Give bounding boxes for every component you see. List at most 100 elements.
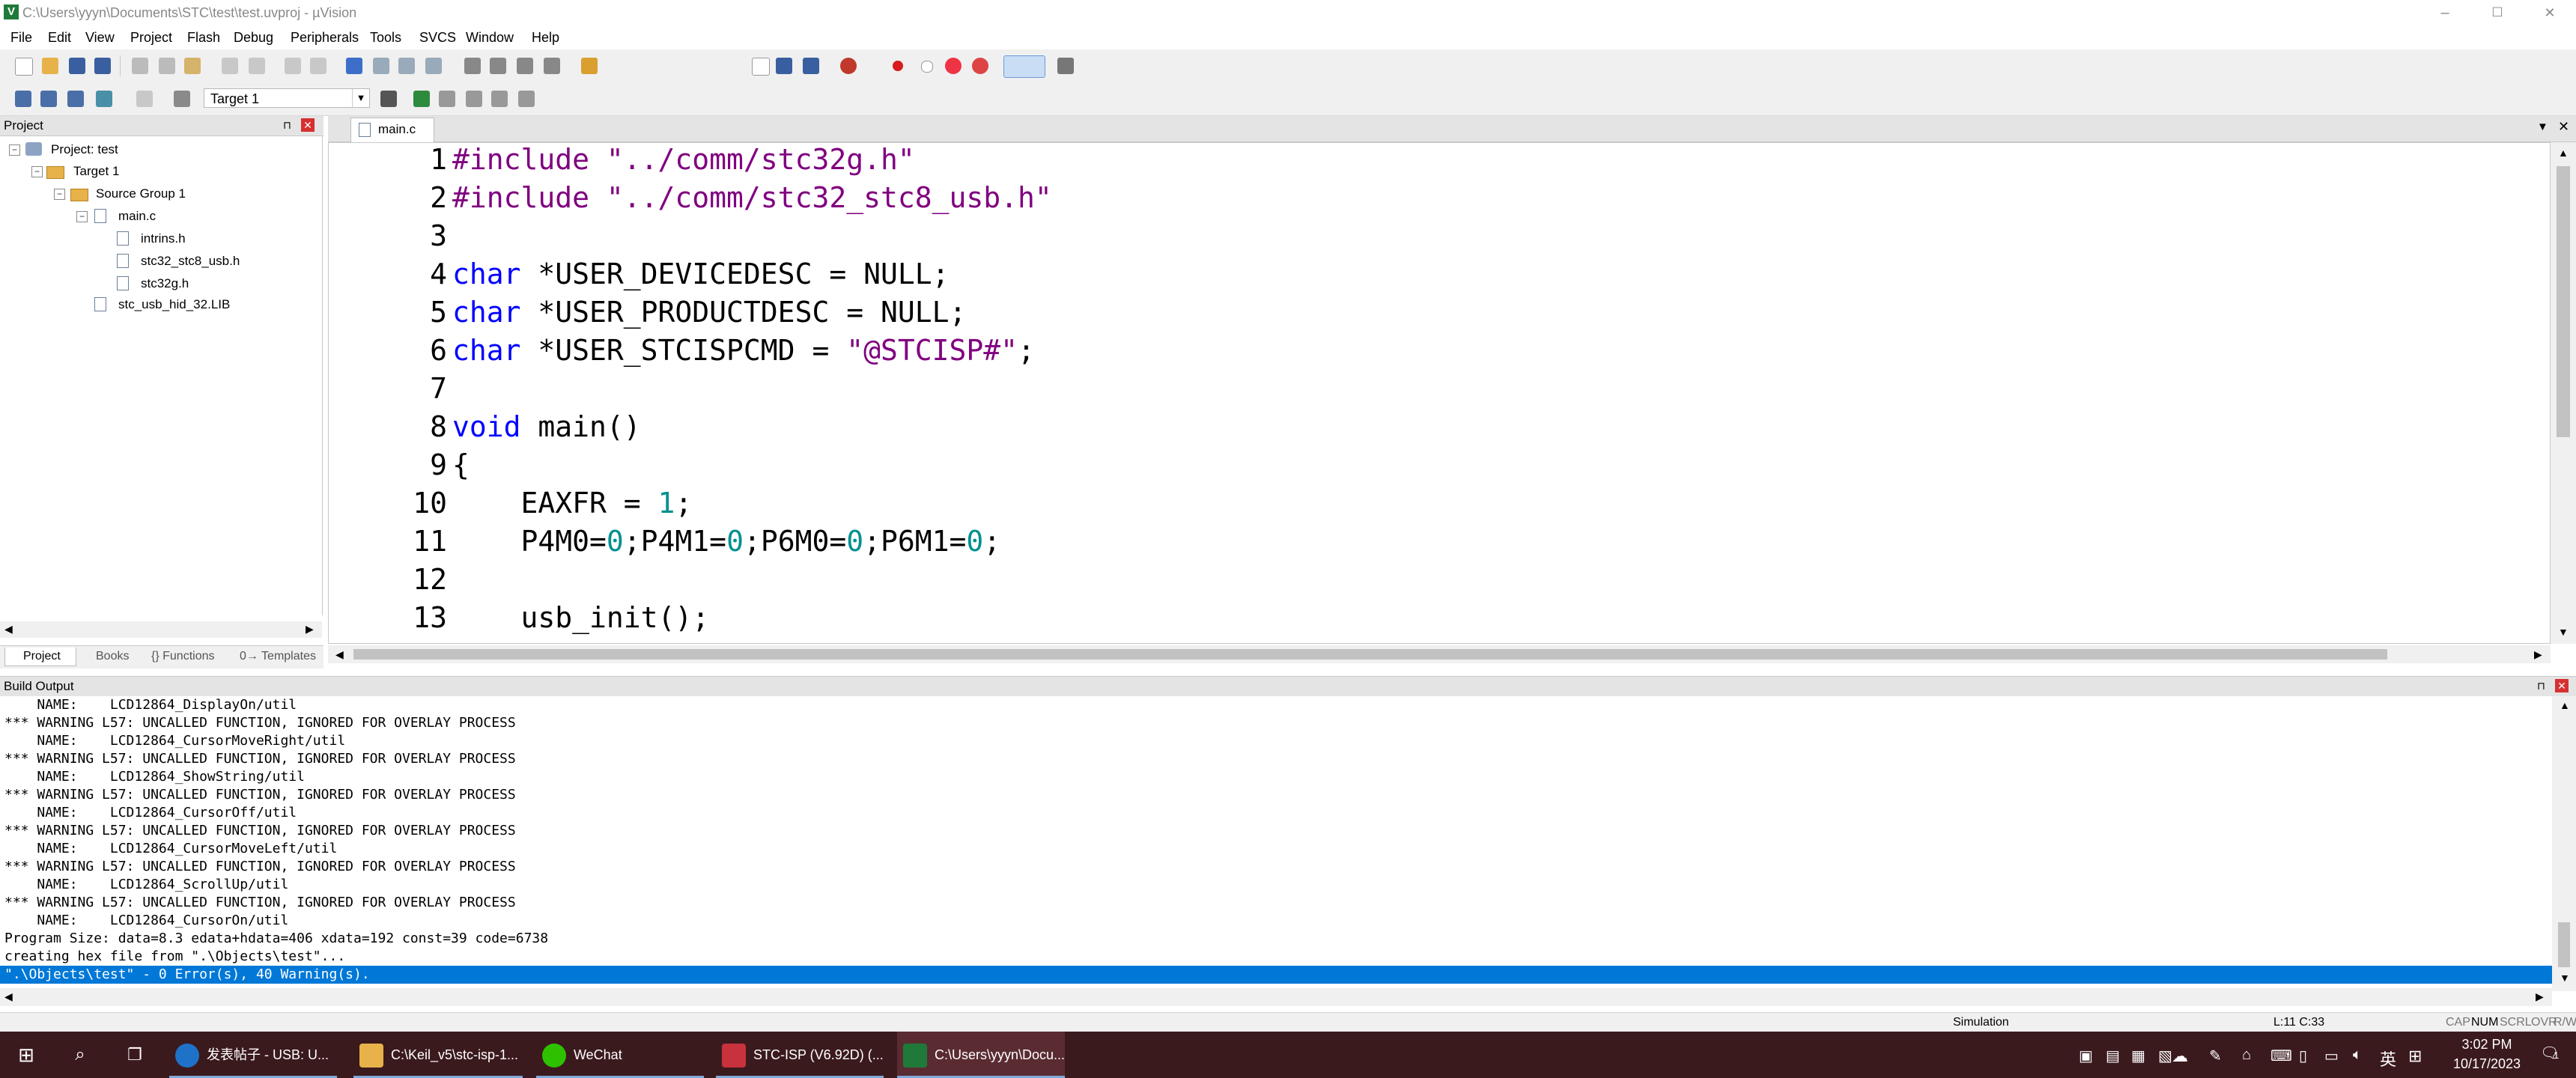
- code-line[interactable]: EAXFR = 1;: [452, 487, 693, 520]
- tree-project-root[interactable]: Project: test: [51, 142, 118, 157]
- navigate-forward-icon[interactable]: [310, 58, 326, 74]
- build-output-line[interactable]: NAME: LCD12864_DisplayOn/util: [4, 696, 297, 714]
- open-file-icon[interactable]: [42, 58, 58, 74]
- battery-icon[interactable]: ▯: [2299, 1047, 2307, 1065]
- network-icon[interactable]: ⌂: [2242, 1047, 2251, 1064]
- tree-target[interactable]: Target 1: [73, 164, 119, 179]
- build-output-line[interactable]: NAME: LCD12864_CursorMoveRight/util: [4, 732, 345, 750]
- target-select[interactable]: Target 1 ▼: [204, 88, 370, 108]
- tab-templates[interactable]: 0→ Templates: [234, 648, 322, 666]
- configure-icon[interactable]: [1057, 58, 1074, 74]
- build-output-line[interactable]: creating hex file from ".\Objects\test".…: [4, 948, 345, 966]
- taskbar-app-stc-isp[interactable]: STC-ISP (V6.92D) (...: [716, 1032, 884, 1078]
- tab-project[interactable]: Project: [4, 648, 76, 666]
- editor-horizontal-scrollbar[interactable]: ◀ ▶: [328, 645, 2551, 663]
- build-vertical-scrollbar[interactable]: ▲ ▼: [2552, 696, 2576, 991]
- menu-project[interactable]: Project: [130, 30, 172, 46]
- rebuild-icon[interactable]: [67, 91, 84, 107]
- code-line[interactable]: P4M0=0;P4M1=0;P6M0=0;P6M1=0;: [452, 525, 1001, 558]
- tree-include[interactable]: stc32g.h: [141, 276, 189, 291]
- build-output-line[interactable]: *** WARNING L57: UNCALLED FUNCTION, IGNO…: [4, 714, 516, 732]
- file-extensions-icon[interactable]: [413, 91, 430, 107]
- pin-icon[interactable]: ⊓: [2537, 680, 2545, 692]
- kill-breakpoints-icon[interactable]: [945, 58, 962, 74]
- menu-help[interactable]: Help: [532, 30, 559, 46]
- menu-peripherals[interactable]: Peripherals: [291, 30, 359, 46]
- menu-svcs[interactable]: SVCS: [419, 30, 456, 46]
- scroll-down-icon[interactable]: ▼: [2558, 626, 2569, 638]
- scroll-thumb[interactable]: [2558, 922, 2570, 967]
- tray-app-icon[interactable]: ▤: [2106, 1047, 2120, 1065]
- build-output-line[interactable]: NAME: LCD12864_CursorMoveLeft/util: [4, 840, 337, 858]
- cut-icon[interactable]: [132, 58, 148, 74]
- code-line[interactable]: char *USER_DEVICEDESC = NULL;: [452, 258, 949, 290]
- copy-icon[interactable]: [159, 58, 175, 74]
- scroll-thumb[interactable]: [353, 649, 2387, 660]
- scroll-up-icon[interactable]: ▲: [2560, 699, 2570, 711]
- scroll-left-icon[interactable]: ◀: [335, 648, 344, 661]
- new-file-icon[interactable]: [15, 58, 33, 76]
- collapse-icon[interactable]: −: [31, 166, 43, 177]
- build-output-line[interactable]: *** WARNING L57: UNCALLED FUNCTION, IGNO…: [4, 786, 516, 804]
- code-line[interactable]: void main(): [452, 410, 641, 443]
- task-view-icon[interactable]: ❐: [111, 1032, 159, 1078]
- menu-view[interactable]: View: [85, 30, 115, 46]
- search-icon[interactable]: ⌕: [54, 1032, 106, 1078]
- editor-tab-main-c[interactable]: main.c: [350, 118, 434, 142]
- navigate-back-icon[interactable]: [285, 58, 301, 74]
- tab-functions[interactable]: {} Functions: [144, 648, 234, 666]
- close-button[interactable]: ✕: [2524, 0, 2576, 25]
- scroll-left-icon[interactable]: ◀: [4, 990, 13, 1003]
- code-line[interactable]: char *USER_STCISPCMD = "@STCISP#";: [452, 334, 1035, 367]
- unindent-icon[interactable]: [490, 58, 506, 74]
- project-horizontal-scrollbar[interactable]: ◀ ▶: [0, 621, 322, 638]
- scroll-up-icon[interactable]: ▲: [2558, 147, 2569, 159]
- scroll-right-icon[interactable]: ▶: [306, 623, 314, 636]
- incremental-find-icon[interactable]: [803, 58, 819, 74]
- code-editor[interactable]: 1 #include "../comm/stc32g.h" 2 #include ".…: [328, 142, 2551, 644]
- build-horizontal-scrollbar[interactable]: ◀ ▶: [0, 988, 2552, 1006]
- taskbar-app-explorer[interactable]: C:\Keil_v5\stc-isp-1...: [353, 1032, 523, 1078]
- tray-app-icon[interactable]: ▦: [2131, 1047, 2145, 1065]
- uncomment-icon[interactable]: [544, 58, 560, 74]
- clear-bookmarks-icon[interactable]: [425, 58, 442, 74]
- clock-date[interactable]: 10/17/2023: [2446, 1056, 2528, 1072]
- scroll-thumb[interactable]: [2557, 166, 2570, 437]
- manage-components-icon[interactable]: [439, 91, 455, 107]
- onedrive-icon[interactable]: ☁: [2172, 1047, 2188, 1066]
- pack-installer-icon[interactable]: [491, 91, 508, 107]
- find-icon[interactable]: [776, 58, 792, 74]
- next-bookmark-icon[interactable]: [398, 58, 415, 74]
- tab-list-dropdown-icon[interactable]: ▼: [2537, 121, 2548, 133]
- pin-icon[interactable]: ⊓: [283, 119, 291, 132]
- bookmark-icon[interactable]: [346, 58, 362, 74]
- taskbar-app-uvision[interactable]: C:\Users\yyyn\Docu...: [897, 1032, 1065, 1078]
- minimize-button[interactable]: –: [2419, 0, 2471, 25]
- save-icon[interactable]: [69, 58, 85, 74]
- breakpoint-icon[interactable]: [893, 61, 903, 71]
- menu-tools[interactable]: Tools: [370, 30, 401, 46]
- menu-file[interactable]: File: [10, 30, 32, 46]
- build-summary-line[interactable]: ".\Objects\test" - 0 Error(s), 40 Warnin…: [0, 966, 2552, 984]
- scroll-left-icon[interactable]: ◀: [4, 623, 13, 636]
- window-layout-icon[interactable]: [1003, 55, 1045, 78]
- undo-icon[interactable]: [222, 58, 238, 74]
- code-line[interactable]: usb_init();: [452, 601, 710, 634]
- build-output-line[interactable]: NAME: LCD12864_ShowString/util: [4, 768, 305, 786]
- build-output-line[interactable]: NAME: LCD12864_CursorOff/util: [4, 804, 297, 822]
- build-output-line[interactable]: NAME: LCD12864_ScrollUp/util: [4, 876, 288, 894]
- close-panel-icon[interactable]: ✕: [2555, 679, 2569, 692]
- menu-debug[interactable]: Debug: [234, 30, 273, 46]
- paste-icon[interactable]: [184, 58, 201, 74]
- code-line[interactable]: {: [452, 448, 470, 481]
- menu-flash[interactable]: Flash: [187, 30, 220, 46]
- prev-bookmark-icon[interactable]: [373, 58, 389, 74]
- select-software-packs-icon[interactable]: [466, 91, 482, 107]
- tree-file-main[interactable]: main.c: [118, 209, 156, 224]
- build-icon[interactable]: [40, 91, 57, 107]
- display-icon[interactable]: ▭: [2324, 1047, 2339, 1065]
- taskbar-app-edge[interactable]: 发表帖子 - USB: U...: [169, 1032, 337, 1078]
- scroll-down-icon[interactable]: ▼: [2560, 972, 2570, 984]
- translate-icon[interactable]: [15, 91, 31, 107]
- scroll-right-icon[interactable]: ▶: [2536, 990, 2544, 1003]
